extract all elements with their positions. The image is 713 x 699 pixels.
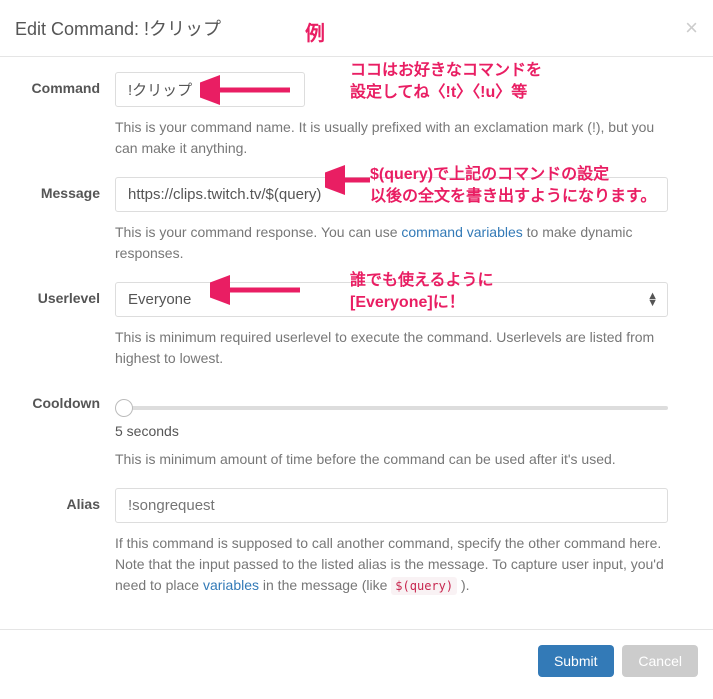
submit-button[interactable]: Submit [538,645,614,677]
userlevel-select[interactable]: Everyone [115,282,668,317]
cancel-button[interactable]: Cancel [622,645,698,677]
command-label: Command [15,72,115,96]
message-input[interactable] [115,177,668,212]
variables-link[interactable]: variables [203,577,259,593]
cooldown-label: Cooldown [15,387,115,411]
query-code: $(query) [391,577,457,595]
command-help: This is your command name. It is usually… [115,117,668,159]
command-input[interactable] [115,72,305,107]
alias-input[interactable] [115,488,668,523]
cooldown-help: This is minimum amount of time before th… [115,449,668,470]
cooldown-value: 5 seconds [115,423,668,439]
alias-help: If this command is supposed to call anot… [115,533,668,596]
modal-footer: Submit Cancel [0,629,713,692]
close-button[interactable]: × [685,15,698,41]
modal-header: Edit Command: !クリップ × [0,0,713,57]
message-label: Message [15,177,115,201]
message-help: This is your command response. You can u… [115,222,668,264]
userlevel-help: This is minimum required userlevel to ex… [115,327,668,369]
modal-title: Edit Command: !クリップ [15,15,221,41]
cooldown-slider[interactable] [115,406,668,410]
alias-label: Alias [15,488,115,512]
command-variables-link[interactable]: command variables [401,224,522,240]
userlevel-label: Userlevel [15,282,115,306]
